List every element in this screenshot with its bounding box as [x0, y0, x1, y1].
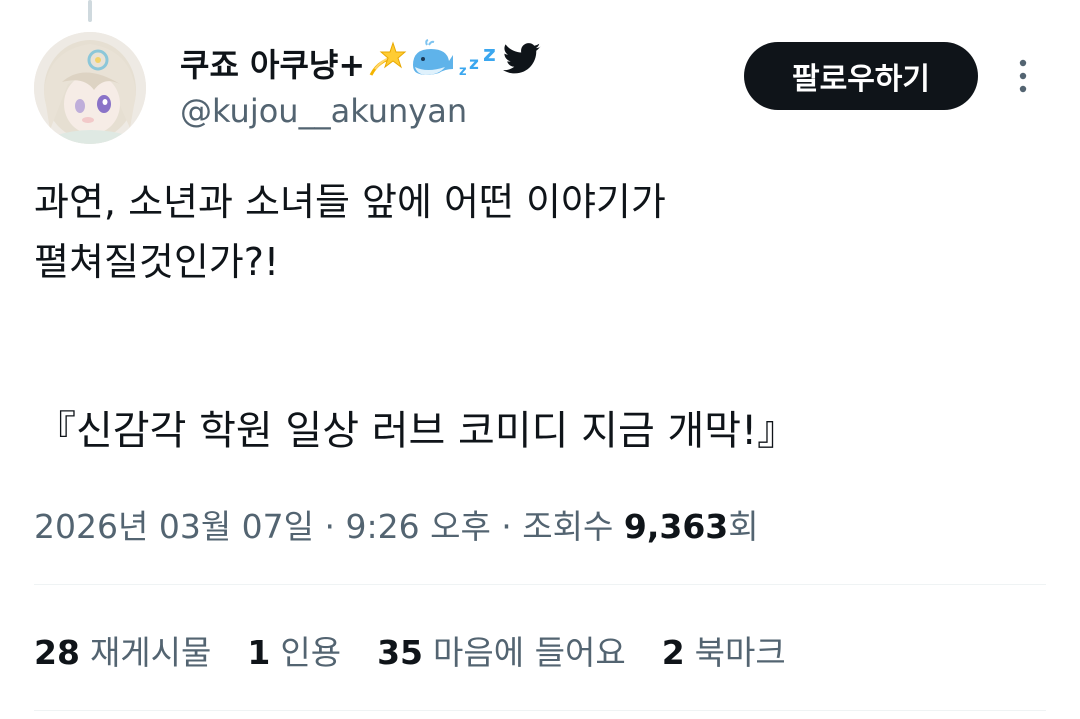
likes-count: 35 [377, 633, 424, 672]
thread-connector-line [88, 0, 92, 22]
tweet-text-line-3: 『신감각 학원 일상 러브 코미디 지금 개막!』 [36, 408, 798, 454]
tweet-text-line-1: 과연, 소년과 소녀들 앞에 어떤 이야기가 [34, 180, 666, 224]
twitter-bird-icon [502, 42, 541, 84]
timestamp[interactable]: 2026년 03월 07일 · 9:26 오후 · 조회수 [34, 507, 624, 546]
more-options-icon[interactable] [1008, 56, 1038, 96]
bookmarks-label: 북마크 [694, 633, 786, 672]
tweet-text-line-2: 펼쳐질것인가?! [34, 240, 280, 284]
likes-stat[interactable]: 35 마음에 들어요 [377, 626, 626, 674]
user-handle[interactable]: @kujou__akunyan [180, 92, 467, 130]
divider-bottom [34, 710, 1046, 711]
display-name-text: 쿠죠 아쿠냥+ [180, 46, 366, 84]
whale-icon [409, 39, 455, 87]
divider [34, 584, 1046, 585]
follow-button[interactable]: 팔로우하기 [744, 42, 978, 110]
views-suffix: 회 [728, 507, 759, 546]
reposts-label: 재게시물 [89, 633, 212, 672]
bookmarks-stat[interactable]: 2 북마크 [662, 626, 786, 674]
likes-label: 마음에 들어요 [433, 633, 626, 672]
engagement-stats: 28 재게시물 1 인용 35 마음에 들어요 2 북마크 [34, 626, 786, 674]
tweet-metadata: 2026년 03월 07일 · 9:26 오후 · 조회수 9,363회 [34, 500, 759, 548]
svg-text:z: z [469, 54, 479, 74]
svg-text:z: z [459, 64, 467, 79]
reposts-count: 28 [34, 633, 80, 672]
bookmarks-count: 2 [661, 633, 685, 672]
svg-text:z: z [483, 42, 496, 67]
tweet-detail: 쿠죠 아쿠냥+ z z z @kujou__akunyan 팔로우하기 과연, … [0, 0, 1080, 719]
display-name[interactable]: 쿠죠 아쿠냥+ z z z [180, 39, 541, 87]
quotes-count: 1 [247, 633, 271, 672]
zzz-icon: z z z [457, 39, 501, 87]
quotes-stat[interactable]: 1 인용 [247, 626, 341, 674]
tweet-text: 과연, 소년과 소녀들 앞에 어떤 이야기가 펼쳐질것인가?! [34, 172, 1044, 292]
reposts-stat[interactable]: 28 재게시물 [34, 626, 211, 674]
dizzy-star-icon [367, 39, 407, 87]
avatar[interactable] [34, 32, 146, 144]
quotes-label: 인용 [280, 633, 342, 672]
avatar-image [34, 32, 146, 144]
views-count: 9,363 [623, 507, 729, 546]
